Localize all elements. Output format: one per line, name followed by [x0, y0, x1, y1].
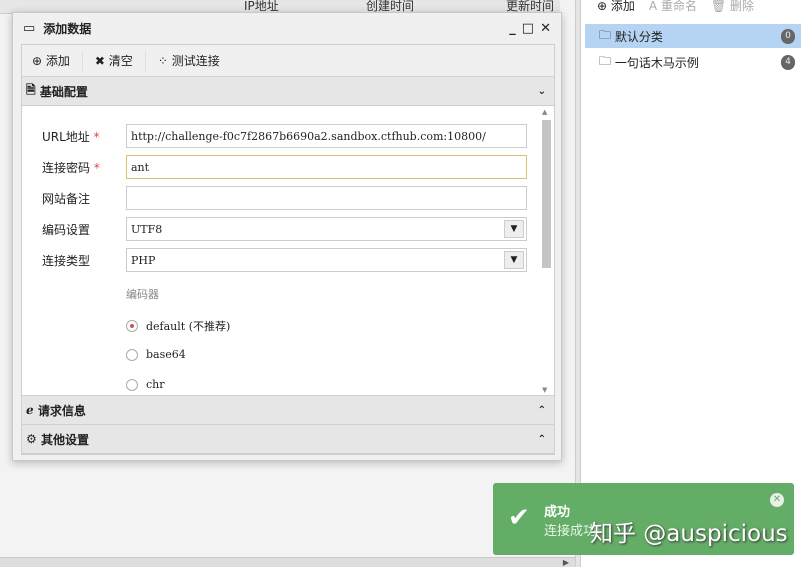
- type-value: PHP: [131, 253, 156, 267]
- scroll-right-icon[interactable]: ▶: [563, 558, 569, 567]
- section-title: 请求信息: [37, 403, 86, 418]
- scroll-thumb[interactable]: [542, 120, 551, 268]
- section-title: 其他设置: [40, 432, 89, 447]
- note-label: 网站备注: [42, 191, 91, 206]
- test-connection-button[interactable]: ⁘ 测试连接: [158, 51, 232, 71]
- radio-label: base64: [146, 348, 186, 361]
- font-icon: A: [648, 0, 658, 13]
- chevron-up-icon: ⌃: [537, 433, 546, 445]
- x-icon: ✖: [94, 53, 105, 68]
- ie-icon: ℯ: [26, 403, 34, 417]
- encoder-radio-base64[interactable]: base64: [126, 348, 186, 361]
- category-label: 一句话木马示例: [614, 55, 699, 70]
- section-other-header[interactable]: ⚙ 其他设置 ⌃: [22, 425, 554, 454]
- count-badge: 4: [781, 55, 795, 70]
- test-label: 测试连接: [171, 54, 220, 68]
- add-button[interactable]: ⊕ 添加: [32, 50, 83, 71]
- radio-checked[interactable]: [126, 320, 138, 332]
- password-input[interactable]: ant: [126, 155, 527, 179]
- scroll-up-icon[interactable]: ▲: [542, 108, 547, 116]
- type-select[interactable]: PHP ▼: [126, 248, 527, 272]
- radio-label: default (不推荐): [146, 320, 231, 333]
- dialog-toolbar: ⊕ 添加 ✖ 清空 ⁘ 测试连接: [22, 45, 554, 77]
- file-icon: 🗎: [26, 82, 36, 97]
- add-label: 添加: [610, 0, 635, 13]
- section-basic-header[interactable]: 🗎 基础配置 ⌄: [22, 77, 554, 106]
- encoding-select[interactable]: UTF8 ▼: [126, 217, 527, 241]
- folder-icon: 🗀: [599, 27, 612, 42]
- gears-icon: ⚙: [26, 432, 37, 446]
- add-label: 添加: [45, 54, 70, 68]
- category-panel: ⊕ 添加 A 重命名 🗑 删除 🗀 默认分类 0 🗀 一句话木马示例 4: [581, 0, 807, 567]
- horizontal-scrollbar[interactable]: ▶: [0, 557, 575, 567]
- clear-label: 清空: [108, 54, 133, 68]
- encoder-radio-chr[interactable]: chr: [126, 378, 165, 391]
- radio-unchecked[interactable]: [126, 378, 138, 391]
- category-item[interactable]: 🗀 默认分类 0: [585, 24, 801, 48]
- trash-icon: 🗑: [710, 0, 727, 13]
- minimize-button[interactable]: _: [509, 21, 516, 36]
- plus-circle-icon: ⊕: [597, 0, 608, 13]
- close-button[interactable]: ✕: [540, 21, 551, 36]
- maximize-button[interactable]: □: [522, 21, 534, 36]
- encoding-value: UTF8: [131, 222, 163, 236]
- section-title: 基础配置: [39, 84, 88, 99]
- scroll-down-icon[interactable]: ▼: [542, 386, 547, 394]
- type-label: 连接类型: [42, 253, 91, 268]
- check-icon: ✔: [508, 503, 530, 533]
- category-label: 默认分类: [614, 29, 663, 44]
- add-data-dialog: ▭ 添加数据 _ □ ✕ ⊕ 添加 ✖ 清空 ⁘ 测试连接 🗎 基础配置 ⌄ UR…: [12, 12, 562, 461]
- toast-title: 成功: [544, 505, 571, 520]
- folder-icon: 🗀: [599, 53, 612, 68]
- chevron-down-icon: ⌄: [537, 85, 546, 97]
- delete-category-button[interactable]: 🗑 删除: [711, 0, 754, 14]
- basic-config-body: URL地址 * http://challenge-f0c7f2867b6690a2…: [22, 106, 554, 396]
- clear-button[interactable]: ✖ 清空: [94, 50, 146, 71]
- plus-circle-icon: ⊕: [32, 53, 43, 68]
- chevron-down-icon[interactable]: ▼: [504, 220, 524, 238]
- section-request-header[interactable]: ℯ 请求信息 ⌃: [22, 396, 554, 425]
- encoder-radio-default[interactable]: default (不推荐): [126, 318, 230, 334]
- radio-unchecked[interactable]: [126, 348, 138, 361]
- dialog-titlebar[interactable]: ▭ 添加数据 _ □ ✕: [13, 13, 561, 44]
- url-input[interactable]: http://challenge-f0c7f2867b6690a2.sandbo…: [126, 124, 527, 148]
- note-input[interactable]: [126, 186, 527, 210]
- dialog-title: 添加数据: [43, 22, 92, 36]
- category-item[interactable]: 🗀 一句话木马示例 4: [585, 50, 801, 74]
- rename-category-button[interactable]: A 重命名: [649, 0, 697, 14]
- encoding-label: 编码设置: [42, 222, 91, 237]
- delete-label: 删除: [730, 0, 755, 13]
- chevron-up-icon: ⌃: [537, 404, 546, 416]
- count-badge: 0: [781, 29, 795, 44]
- window-icon: ▭: [23, 21, 36, 36]
- add-category-button[interactable]: ⊕ 添加: [597, 0, 635, 14]
- chevron-down-icon[interactable]: ▼: [504, 251, 524, 269]
- url-label: URL地址 *: [42, 129, 100, 144]
- spinner-icon: ⁘: [157, 53, 168, 68]
- watermark: 知乎 @auspicious: [590, 521, 788, 547]
- category-toolbar: ⊕ 添加 A 重命名 🗑 删除: [581, 0, 807, 13]
- rename-label: 重命名: [660, 0, 697, 13]
- radio-label: chr: [146, 378, 165, 391]
- password-label: 连接密码 *: [42, 160, 100, 175]
- vertical-scrollbar[interactable]: ▲ ▼: [540, 108, 552, 394]
- encoder-label: 编码器: [126, 288, 159, 301]
- close-toast-button[interactable]: ✕: [770, 493, 784, 507]
